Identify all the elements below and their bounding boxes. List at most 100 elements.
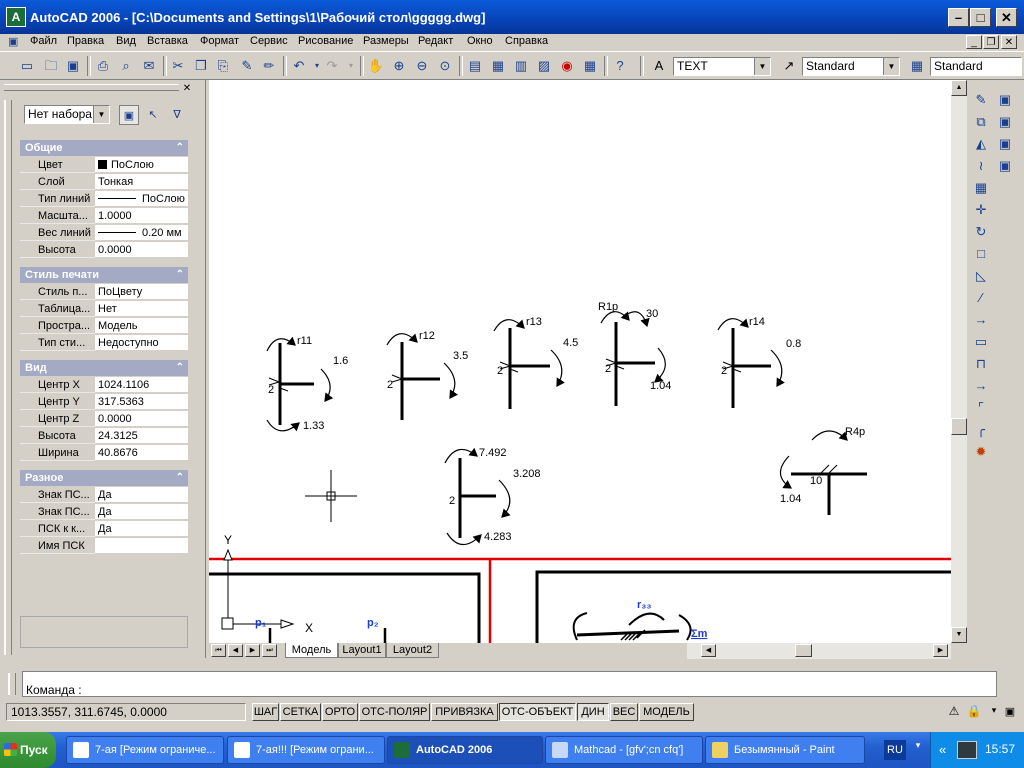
draworder-under-icon[interactable]: ▣ [995,156,1015,176]
menu-file[interactable]: Файл [30,35,57,47]
markup-icon[interactable]: ◉ [558,57,576,75]
label-text[interactable]: r14 [749,316,765,328]
sheet-set-icon[interactable]: ▨ [535,57,553,75]
prev-tab-icon[interactable]: ◀ [228,644,243,657]
array-icon[interactable]: ▦ [971,178,991,198]
document-icon[interactable]: ▣ [8,35,18,48]
paste-icon[interactable]: ⎘ [214,57,232,75]
drawing-canvas[interactable]: r11 1.6 1.33 2 r12 3.5 2 r13 4.5 2 R1p 3… [209,80,951,643]
stretch-icon[interactable]: ◺ [971,266,991,286]
break-icon[interactable]: ⊓ [971,354,991,374]
property-value[interactable]: 1.0000 [95,208,188,224]
section-misc[interactable]: Разное ⌃ [20,470,188,486]
menu-tools[interactable]: Сервис [250,35,288,47]
grid-button[interactable]: СЕТКА [280,703,321,721]
quick-select-icon[interactable]: ∇ [167,105,187,125]
section-plot-style[interactable]: Стиль печати ⌃ [20,267,188,283]
select-objects-icon[interactable]: ↖ [143,105,163,125]
property-value[interactable]: Да [95,521,188,537]
offset-icon[interactable]: ≀ [971,156,991,176]
tab-layout1[interactable]: Layout1 [338,643,386,658]
chevron-down-icon[interactable]: ▼ [754,58,770,75]
pan-icon[interactable]: ✋ [367,57,385,75]
property-value[interactable]: Тонкая [95,174,188,190]
model-button[interactable]: МОДЕЛЬ [639,703,694,721]
collapse-icon[interactable]: ⌃ [176,360,184,376]
copy-icon[interactable]: ❐ [192,57,210,75]
rotate-icon[interactable]: ↻ [971,222,991,242]
label-text[interactable]: 30 [646,308,658,320]
property-value[interactable]: 0.20 мм [95,225,188,241]
blue-label[interactable]: Σm [691,628,708,640]
frame-diagram-5[interactable] [717,318,785,408]
property-value[interactable]: 0.0000 [95,242,188,258]
draworder-back-icon[interactable]: ▣ [995,112,1015,132]
extend-icon[interactable]: → [971,310,991,330]
property-value[interactable]: Да [95,504,188,520]
dim-style-icon[interactable]: ↗ [780,57,798,75]
menu-window[interactable]: Окно [467,35,493,47]
clean-screen-icon[interactable]: ▣ [1002,705,1018,719]
frame-diagram-3[interactable] [493,319,565,409]
monitor-icon[interactable] [957,741,977,759]
menu-help[interactable]: Справка [505,35,548,47]
menu-draw[interactable]: Рисование [298,35,353,47]
title-bar[interactable]: A AutoCAD 2006 - [C:\Documents and Setti… [0,0,1024,34]
chamfer-icon[interactable]: ⌜ [971,398,991,418]
label-text[interactable]: r13 [526,316,542,328]
task-word-1[interactable]: 7-ая [Режим ограниче... [66,736,224,764]
collapse-icon[interactable]: ⌃ [176,140,184,156]
table-style-icon[interactable]: ▦ [908,57,926,75]
scroll-down-icon[interactable]: ▼ [951,627,967,643]
label-text[interactable]: 10 [810,475,822,487]
block-editor-icon[interactable]: ✏ [260,57,278,75]
start-button[interactable]: Пуск [0,732,56,768]
minimize-button[interactable]: – [948,8,969,27]
show-hidden-icons-icon[interactable]: « [939,742,946,757]
publish-icon[interactable]: ✉ [140,57,158,75]
label-text[interactable]: 2 [387,379,393,391]
help-icon[interactable]: ? [611,57,629,75]
property-row[interactable]: Центр Z 0.0000 [20,411,188,428]
collapse-icon[interactable]: ⌃ [176,470,184,486]
label-text[interactable]: 1.04 [650,380,671,392]
plot-preview-icon[interactable]: ⌕ [117,57,135,75]
tab-model[interactable]: Модель [285,643,338,658]
property-value[interactable]: 1024.1106 [95,377,188,393]
command-input[interactable]: Команда : [22,671,997,697]
property-row[interactable]: Высота 0.0000 [20,242,188,259]
property-value[interactable]: Да [95,487,188,503]
scale-icon[interactable]: □ [971,244,991,264]
scroll-up-icon[interactable]: ▲ [951,80,967,96]
chevron-down-icon[interactable]: ▼ [93,106,109,123]
properties-icon[interactable]: ▤ [466,57,484,75]
property-value[interactable] [95,538,188,554]
move-icon[interactable]: ✛ [971,200,991,220]
section-general[interactable]: Общие ⌃ [20,140,188,156]
property-row[interactable]: Центр Y 317.5363 [20,394,188,411]
label-text[interactable]: 3.5 [453,350,468,362]
comm-center-icon[interactable]: ⚠ [946,704,962,720]
property-value[interactable]: 40.8676 [95,445,188,461]
doc-close-button[interactable]: ✕ [1001,35,1017,49]
menu-modify[interactable]: Редакт [418,35,453,47]
match-properties-icon[interactable]: ✎ [238,57,256,75]
property-value[interactable]: 24.3125 [95,428,188,444]
property-row[interactable]: Простра... Модель [20,318,188,335]
undo-icon[interactable]: ↶ [290,57,308,75]
zoom-realtime-icon[interactable]: ⊕ [390,57,408,75]
property-row[interactable]: Масшта... 1.0000 [20,208,188,225]
doc-minimize-button[interactable]: _ [966,35,982,49]
selection-select[interactable]: Нет набора ▼ [24,105,110,124]
task-paint[interactable]: Безымянный - Paint [705,736,865,764]
label-text[interactable]: 2 [268,384,274,396]
label-text[interactable]: 2 [449,495,455,507]
property-row[interactable]: Высота 24.3125 [20,428,188,445]
language-menu-icon[interactable]: ▾ [912,740,924,760]
calculator-icon[interactable]: ▦ [581,57,599,75]
property-row[interactable]: Вес линий 0.20 мм [20,225,188,242]
break-at-point-icon[interactable]: ▭ [971,332,991,352]
doc-restore-button[interactable]: ❐ [983,35,999,49]
label-text[interactable]: X [305,621,313,635]
scroll-left-icon[interactable]: ◀ [701,644,716,657]
